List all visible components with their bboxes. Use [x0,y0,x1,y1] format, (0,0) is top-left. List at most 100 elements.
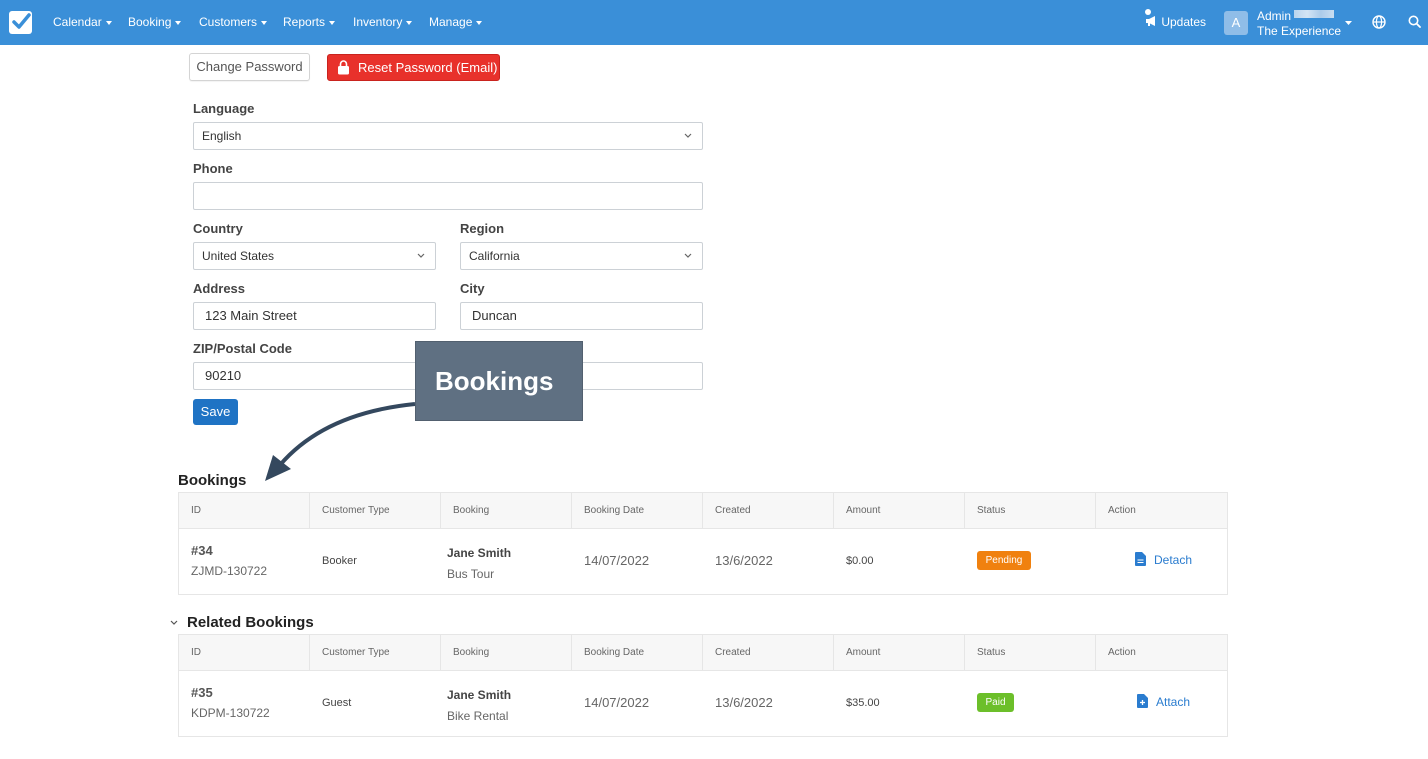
column-header: Amount [834,493,965,529]
chevron-down-icon [105,20,112,25]
column-header: Amount [834,635,965,671]
booking-code: ZJMD-130722 [191,564,268,578]
table-header: ID Customer Type Booking Booking Date Cr… [179,635,1227,671]
collapse-chevron-icon[interactable] [170,620,178,625]
booking-product: Bike Rental [447,709,509,723]
language-select[interactable]: English [193,122,703,150]
chevron-down-icon [329,20,336,25]
save-button[interactable]: Save [193,399,238,425]
reset-password-email-button[interactable]: Reset Password (Email) [327,54,500,81]
updates-label: Updates [1161,15,1207,29]
nav-booking[interactable]: Booking [128,15,182,29]
chevron-down-icon [417,253,425,258]
nav-inventory[interactable]: Inventory [353,15,413,29]
country-value: United States [202,249,275,263]
phone-input[interactable] [193,182,703,210]
city-input[interactable]: Duncan [460,302,703,330]
column-header: Booking Date [572,493,703,529]
customer-type: Guest [322,697,352,709]
country-select[interactable]: United States [193,242,436,270]
status-badge: Pending [977,551,1031,570]
chevron-down-icon [261,20,268,25]
nav-calendar[interactable]: Calendar [53,15,112,29]
region-value: California [469,249,520,263]
booking-product: Bus Tour [447,567,495,581]
address-input[interactable]: 123 Main Street [193,302,436,330]
column-header: ID [179,635,310,671]
nav-inventory-label: Inventory [353,15,403,29]
admin-organization[interactable]: The Experience [1257,24,1341,38]
column-header: Created [703,635,834,671]
annotation-callout-text: Bookings [435,366,554,396]
lock-icon [338,60,349,75]
created-date: 13/6/2022 [715,553,773,568]
customer-type: Booker [322,555,357,567]
table-header: ID Customer Type Booking Booking Date Cr… [179,493,1227,529]
document-icon [1135,552,1146,566]
booking-id[interactable]: #35 [191,685,213,700]
booking-customer-name[interactable]: Jane Smith [447,688,511,702]
nav-manage-label: Manage [429,15,473,29]
zip-input[interactable]: 90210 [193,362,436,390]
nav-reports[interactable]: Reports [283,15,336,29]
megaphone-icon [1146,16,1155,26]
chevron-down-icon [476,20,483,25]
chevron-down-icon [406,20,413,25]
column-header: Booking [441,493,572,529]
column-header: Booking [441,635,572,671]
booking-id[interactable]: #34 [191,543,213,558]
zip-label: ZIP/Postal Code [193,341,292,356]
amount: $0.00 [846,555,874,567]
detach-button[interactable]: Detach [1135,552,1215,569]
avatar[interactable]: A [1224,11,1248,35]
bookings-title: Bookings [178,472,247,489]
nav-customers-label: Customers [199,15,258,29]
city-label: City [460,281,485,296]
updates-button[interactable]: Updates [1145,15,1206,29]
attach-label: Attach [1156,695,1191,709]
column-header: Created [703,493,834,529]
booking-date: 14/07/2022 [584,695,650,710]
nav-manage[interactable]: Manage [429,15,483,29]
globe-icon[interactable] [1372,15,1386,29]
top-navbar: Calendar Booking Customers Reports Inven… [0,0,1428,45]
account-chevron-down-icon[interactable] [1345,21,1352,25]
language-value: English [202,129,242,143]
status-badge: Paid [977,693,1014,712]
column-header: Action [1108,647,1136,658]
chevron-down-icon [684,253,692,258]
country-label: Country [193,221,243,236]
nav-customers[interactable]: Customers [199,15,268,29]
nav-reports-label: Reports [283,15,326,29]
region-select[interactable]: California [460,242,703,270]
related-bookings-title[interactable]: Related Bookings [187,614,314,631]
chevron-down-icon [175,20,182,25]
detach-label: Detach [1154,553,1193,567]
address-label: Address [193,281,246,296]
booking-customer-name[interactable]: Jane Smith [447,546,511,560]
language-label: Language [193,101,255,116]
search-icon[interactable] [1408,15,1421,28]
admin-name[interactable]: Admin [1257,9,1291,23]
column-header: Customer Type [310,493,441,529]
document-add-icon [1137,694,1148,708]
amount: $35.00 [846,697,880,709]
column-header: Status [965,635,1096,671]
column-header: Customer Type [310,635,441,671]
phone-label: Phone [193,161,233,176]
column-header: ID [179,493,310,529]
nav-calendar-label: Calendar [53,15,102,29]
attach-button[interactable]: Attach [1137,694,1217,711]
nav-booking-label: Booking [128,15,172,29]
booking-date: 14/07/2022 [584,553,650,568]
callout-arrow-icon [265,402,416,481]
reset-password-label: Reset Password (Email) [358,60,498,75]
region-label: Region [460,221,505,236]
change-password-button[interactable]: Change Password [189,53,310,81]
column-header: Booking Date [572,635,703,671]
app-logo-icon[interactable] [9,11,32,34]
bookings-table: ID Customer Type Booking Booking Date Cr… [178,492,1228,595]
related-bookings-table: ID Customer Type Booking Booking Date Cr… [178,634,1228,737]
annotation-callout: Bookings [415,341,583,421]
column-header: Action [1108,505,1136,516]
